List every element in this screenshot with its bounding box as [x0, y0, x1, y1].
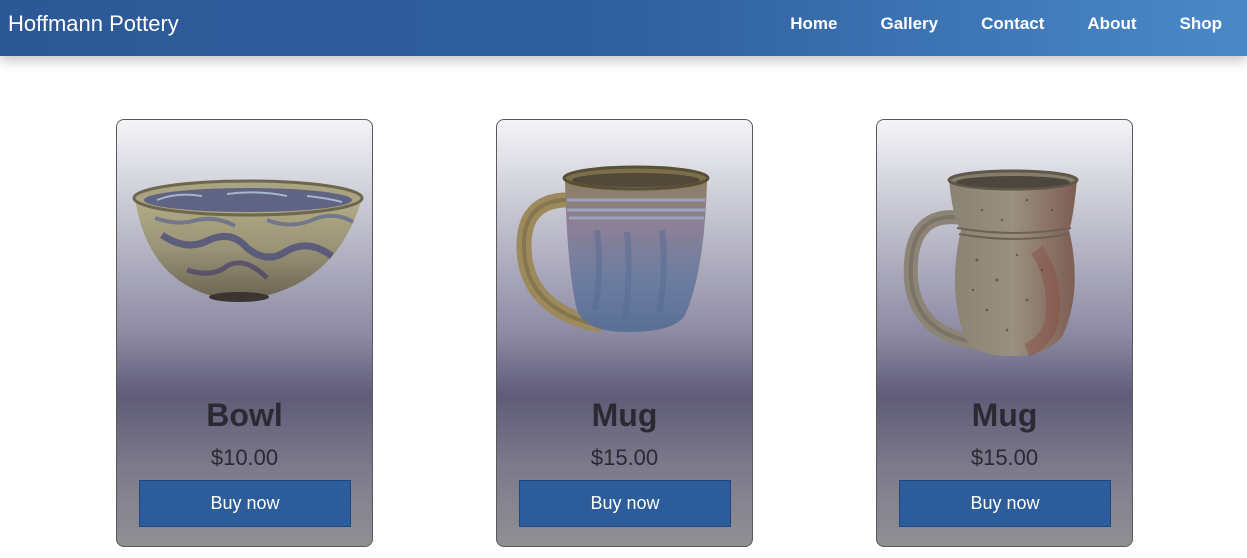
- product-image-mug-blue: [516, 165, 710, 333]
- product-price: $15.00: [970, 445, 1039, 470]
- site-header: Hoffmann Pottery Home Gallery Contact Ab…: [0, 0, 1247, 56]
- buy-now-button[interactable]: Buy now: [899, 480, 1111, 527]
- nav-link-contact[interactable]: Contact: [981, 13, 1044, 35]
- product-name: Mug: [591, 397, 658, 433]
- product-image-mug-speckled: [903, 169, 1079, 357]
- nav-link-gallery[interactable]: Gallery: [880, 13, 938, 35]
- product-card-mug-blue: Mug $15.00 Buy now: [496, 119, 753, 547]
- product-card-mug-speckled: Mug $15.00 Buy now: [876, 119, 1133, 547]
- product-name: Mug: [971, 397, 1038, 433]
- product-card-bowl: Bowl $10.00 Buy now: [116, 119, 373, 547]
- buy-now-button[interactable]: Buy now: [139, 480, 351, 527]
- site-brand-link[interactable]: Hoffmann Pottery: [8, 11, 179, 37]
- product-name: Bowl: [206, 397, 283, 433]
- nav-link-home[interactable]: Home: [790, 13, 837, 35]
- nav-link-about[interactable]: About: [1087, 13, 1136, 35]
- nav-link-shop[interactable]: Shop: [1180, 13, 1223, 35]
- product-image-bowl: [132, 179, 364, 302]
- product-price: $10.00: [210, 445, 279, 470]
- product-price: $15.00: [590, 445, 659, 470]
- buy-now-button[interactable]: Buy now: [519, 480, 731, 527]
- main-nav: Home Gallery Contact About Shop: [747, 13, 1222, 35]
